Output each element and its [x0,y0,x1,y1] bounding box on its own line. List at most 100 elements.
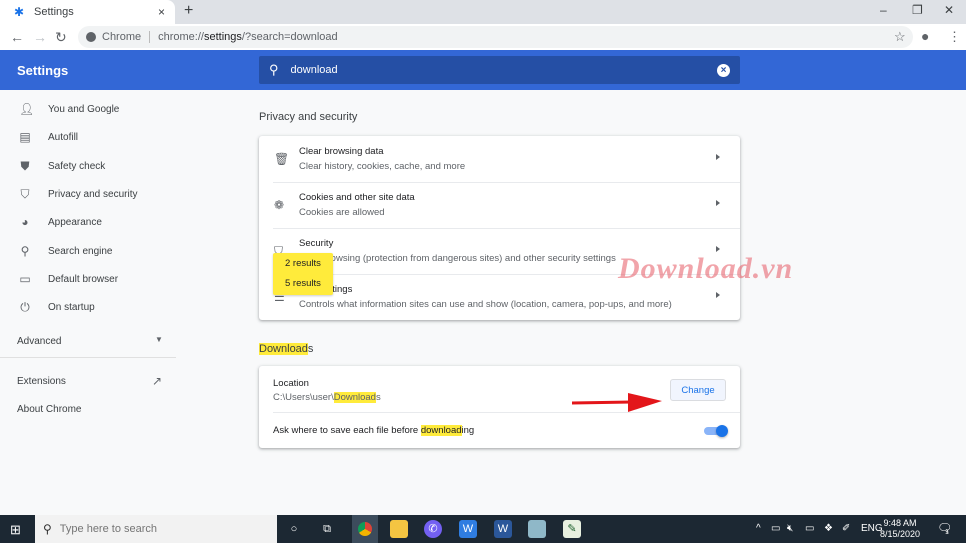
ask-where-toggle[interactable] [704,425,728,437]
row-divider [273,412,740,413]
reload-icon[interactable]: ↻ [55,29,67,46]
downloads-card: Location C:\Users\user\Downloads Change … [259,366,740,448]
tray-chevron-icon[interactable]: ^ [756,523,761,534]
new-tab-button[interactable]: + [184,2,193,20]
power-icon: ⏻ [20,300,30,314]
chrome-taskbar-icon[interactable] [352,515,378,543]
chrome-site-icon [86,32,96,42]
clock-date: 8/15/2020 [880,529,921,539]
row-cookies[interactable]: ❁ Cookies and other site data Cookies ar… [259,182,740,228]
sidebar-item-label: Default browser [48,273,119,285]
sidebar-advanced[interactable]: Advanced [17,336,61,347]
viber-icon[interactable]: ✆ [424,520,442,538]
volume-muted-icon[interactable]: 🔇︎ [787,523,793,534]
person-icon: 👤︎ [19,102,35,116]
clock[interactable]: 9:48 AM 8/15/2020 [880,518,920,540]
cortana-icon[interactable]: ○ [285,520,303,538]
address-bar[interactable]: Chrome chrome://settings/?search=downloa… [78,26,913,48]
windows-taskbar: ⊞ ⚲ ○ ⧉ ✆ W W ✎ ^ ▭ 🔇︎ ▭ ❖ ✐ ENG 9:48 AM… [0,515,966,543]
restore-button[interactable]: ❐ [912,3,923,17]
privacy-section-title: Privacy and security [259,111,358,123]
clipboard-icon: ▤ [19,130,31,144]
url-text[interactable]: chrome://settings/?search=download [158,31,338,43]
settings-gear-icon: ✱ [14,5,25,19]
shield-check-icon: ⛊ [20,159,30,173]
taskbar-search-input[interactable] [59,523,202,535]
chevron-right-icon [716,154,720,160]
path-prefix: C:\Users\user\ [273,392,334,403]
url-prefix: chrome:// [158,31,204,43]
sidebar-item-autofill[interactable]: ▤ Autofill [0,125,180,149]
settings-search-box[interactable]: ⚲ × [259,56,740,84]
row-clear-browsing-data[interactable]: 🗑︎ Clear browsing data Clear history, co… [259,136,740,182]
taskbar-search[interactable]: ⚲ [35,515,277,543]
task-view-icon[interactable]: ⧉ [318,520,336,538]
row-subtitle: Cookies are allowed [299,207,385,218]
pen-icon[interactable]: ✐ [842,523,850,534]
sidebar-divider [0,357,176,358]
battery-icon[interactable]: ▭ [771,523,780,534]
url-suffix: /?search=download [241,31,338,43]
profile-avatar-icon[interactable]: ● [921,28,929,44]
row-title: Cookies and other site data [299,192,415,203]
chevron-right-icon [716,292,720,298]
row-title: Security [299,238,334,249]
search-icon: ⚲ [20,244,30,258]
tab-close-icon[interactable]: × [158,5,165,19]
clear-search-icon[interactable]: × [717,63,730,77]
sidebar-item-default-browser[interactable]: ▭ Default browser [0,267,180,291]
sidebar-about-chrome[interactable]: About Chrome [17,404,81,415]
tab-title: Settings [34,6,74,18]
search-input[interactable] [290,64,717,76]
dropbox-icon[interactable]: ❖ [824,523,833,534]
search-highlight: download [420,425,462,436]
word-icon[interactable]: W [494,520,512,538]
sidebar-extensions[interactable]: Extensions [17,376,66,387]
menu-kebab-icon[interactable]: ⋮ [948,29,961,45]
close-window-button[interactable]: ✕ [944,3,954,17]
app-icon[interactable]: ✎ [563,520,581,538]
row-subtitle: Controls what information sites can use … [299,299,672,310]
minimize-button[interactable]: – [880,3,887,17]
back-arrow-icon[interactable]: ← [10,29,24,45]
chevron-down-icon[interactable]: ▼ [155,335,163,344]
forward-arrow-icon[interactable]: → [33,29,47,45]
sidebar-item-label: Search engine [48,245,113,257]
search-icon: ⚲ [43,522,52,536]
location-path: C:\Users\user\Downloads [273,392,381,403]
network-icon[interactable]: ▭ [805,523,814,534]
sidebar-item-appearance[interactable]: ◕ Appearance [0,210,180,234]
sidebar-item-privacy-and-security[interactable]: ⛉ Privacy and security [0,182,180,206]
title-rest: s [307,343,314,355]
browser-icon: ▭ [19,272,31,286]
ask-prefix: Ask where to save each file before [273,425,421,436]
settings-header: Settings ⚲ × [0,50,966,90]
path-rest: s [375,392,381,403]
external-link-icon[interactable]: ↗ [152,374,162,388]
bookmark-star-icon[interactable]: ☆ [894,29,906,45]
sidebar: 👤︎ You and Google ▤ Autofill ⛊ Safety ch… [0,90,180,515]
ask-where-label: Ask where to save each file before downl… [273,425,474,436]
location-label: Location [273,378,309,389]
downloads-section-title: Downloads [259,343,313,355]
wps-icon[interactable]: W [459,520,477,538]
sidebar-item-search-engine[interactable]: ⚲ Search engine [0,239,180,263]
sidebar-item-on-startup[interactable]: ⏻ On startup [0,295,180,319]
tab-settings[interactable]: ✱ Settings × [0,0,175,24]
windows-start-icon[interactable]: ⊞ [10,522,21,538]
ask-rest: ing [461,425,475,436]
notepad-icon[interactable] [528,520,546,538]
sidebar-item-safety-check[interactable]: ⛊ Safety check [0,154,180,178]
sidebar-item-you-and-google[interactable]: 👤︎ You and Google [0,97,180,121]
tab-strip: ✱ Settings × + – ❐ ✕ [0,0,966,24]
results-count-site-settings: 5 results [285,278,321,289]
shield-icon: ⛉ [20,187,30,201]
change-location-button[interactable]: Change [670,379,726,401]
file-explorer-icon[interactable] [390,520,408,538]
row-subtitle: Clear history, cookies, cache, and more [299,161,466,172]
omnibox-chip: Chrome [102,31,151,43]
page-title: Settings [17,63,69,78]
palette-icon: ◕ [21,215,29,229]
sidebar-item-label: You and Google [48,103,120,115]
search-results-bubble: 2 results 5 results [273,253,333,295]
